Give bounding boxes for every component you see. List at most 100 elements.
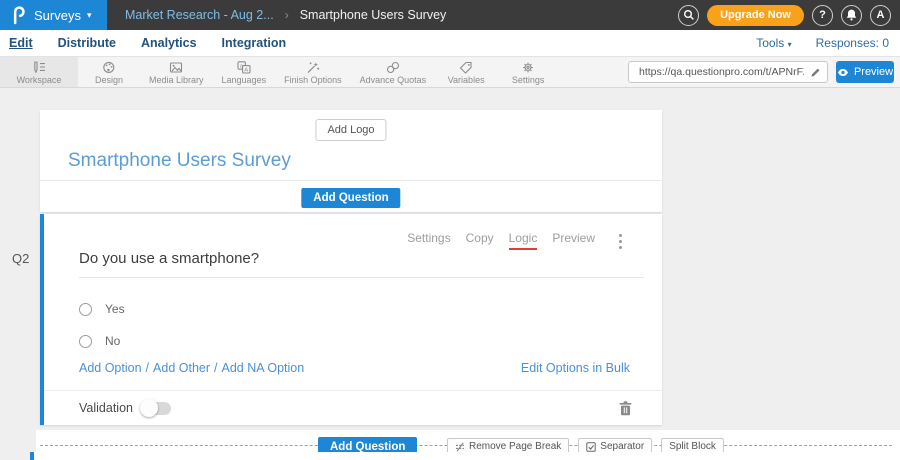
option-label[interactable]: No [105,334,120,348]
chevron-down-icon: ▾ [87,10,92,21]
product-name: Surveys [34,8,81,23]
toolbar-item-label: Finish Options [284,75,342,85]
validation-label: Validation [79,401,133,415]
question-number-label: Q2 [12,251,29,266]
finish-options-icon [306,60,320,74]
next-question-card-peek [30,452,900,460]
toolbar-item-label: Design [95,75,123,85]
option-label[interactable]: Yes [105,302,125,316]
tab-copy[interactable]: Copy [466,231,494,250]
menu-item-distribute[interactable]: Distribute [58,36,116,50]
surveys-product-menu[interactable]: Surveys ▾ [0,0,107,30]
search-icon [683,9,695,21]
preview-label: Preview [854,66,893,78]
responses-count[interactable]: Responses: 0 [816,36,889,50]
pencil-icon [810,67,821,78]
kebab-dot-icon [619,240,622,243]
question-tabs: Settings Copy Logic Preview [407,231,595,250]
link-separator: / [146,361,149,375]
menu-item-analytics[interactable]: Analytics [141,36,197,50]
kebab-dot-icon [619,234,622,237]
menubar-right: Tools ▾ Responses: 0 [756,36,891,50]
toggle-knob [140,399,158,417]
answer-option-row: No [79,334,120,348]
languages-icon: a A [237,60,251,74]
breadcrumb: Market Research - Aug 2... › Smartphone … [125,8,446,22]
edit-options-in-bulk-link[interactable]: Edit Options in Bulk [521,361,630,375]
tab-logic[interactable]: Logic [509,231,538,250]
remove-page-break-label: Remove Page Break [469,441,561,452]
radio-button[interactable] [79,303,92,316]
toolbar-item-languages[interactable]: a A Languages [213,57,276,87]
media-library-icon [169,60,183,74]
add-question-button-top[interactable]: Add Question [301,188,400,208]
preview-button[interactable]: Preview [836,61,894,83]
design-icon [102,60,116,74]
topbar: Surveys ▾ Market Research - Aug 2... › S… [0,0,900,30]
svg-text:A: A [244,67,248,73]
upgrade-now-button[interactable]: Upgrade Now [707,5,804,26]
answer-option-row: Yes [79,302,125,316]
toolbar-item-label: Advance Quotas [360,75,427,85]
option-links: Add Option / Add Other / Add NA Option [79,361,304,375]
delete-question-button[interactable] [619,401,632,416]
link-separator: / [214,361,217,375]
help-button[interactable]: ? [812,5,833,26]
tab-preview[interactable]: Preview [552,231,595,250]
survey-url-input[interactable] [637,65,806,79]
toolbar-item-design[interactable]: Design [78,57,140,87]
add-other-link[interactable]: Add Other [153,361,210,375]
svg-text:a: a [240,63,243,69]
question-more-menu[interactable] [617,232,624,251]
edit-url-button[interactable] [810,67,821,78]
settings-icon [521,60,535,74]
survey-url-box [628,61,828,83]
toolbar-item-label: Workspace [17,75,62,85]
eye-icon [837,68,849,77]
kebab-dot-icon [619,246,622,249]
separator-checkbox-icon [586,442,596,452]
menu-item-integration[interactable]: Integration [222,36,287,50]
toolbar-item-label: Languages [222,75,267,85]
toolbar-item-settings[interactable]: Settings [497,57,559,87]
toolbar-item-advance-quotas[interactable]: Advance Quotas [351,57,436,87]
divider [40,180,662,181]
breadcrumb-separator-icon: › [285,8,289,22]
menubar: Edit Distribute Analytics Integration To… [0,30,900,57]
avatar-button[interactable]: A [870,5,891,26]
tab-settings[interactable]: Settings [407,231,450,250]
toolbar-item-workspace[interactable]: Workspace [0,57,78,87]
question-text-input[interactable]: Do you use a smartphone? [79,250,644,278]
variables-icon [459,60,473,74]
validation-toggle[interactable] [141,402,171,415]
toolbar-item-variables[interactable]: Variables [435,57,497,87]
survey-title[interactable]: Smartphone Users Survey [68,150,291,172]
trash-icon [619,401,632,416]
add-option-link[interactable]: Add Option [79,361,142,375]
breadcrumb-current: Smartphone Users Survey [300,8,447,22]
breadcrumb-parent[interactable]: Market Research - Aug 2... [125,8,274,22]
separator-label: Separator [600,441,644,452]
radio-button[interactable] [79,335,92,348]
remove-page-break-icon [455,442,465,452]
add-logo-button[interactable]: Add Logo [315,119,386,141]
toolbar-item-finish-options[interactable]: Finish Options [275,57,351,87]
notifications-button[interactable] [841,5,862,26]
tools-label: Tools [756,36,784,50]
question-card: Settings Copy Logic Preview Do you use a… [40,214,662,425]
questionpro-logo [11,6,26,25]
bell-icon [846,9,857,21]
toolbar-item-label: Variables [448,75,485,85]
workspace-icon [32,60,46,74]
advance-quotas-icon [386,60,400,74]
chevron-down-icon: ▾ [788,40,792,49]
menu-item-edit[interactable]: Edit [9,36,33,50]
tools-menu[interactable]: Tools ▾ [756,36,791,50]
toolbar-item-label: Media Library [149,75,204,85]
toolbar-item-media-library[interactable]: Media Library [140,57,213,87]
validation-row: Validation [44,390,662,425]
search-button[interactable] [678,5,699,26]
add-na-option-link[interactable]: Add NA Option [222,361,305,375]
survey-header-card: Add Logo Smartphone Users Survey Add Que… [40,110,662,212]
topbar-actions: Upgrade Now ? A [678,5,900,26]
